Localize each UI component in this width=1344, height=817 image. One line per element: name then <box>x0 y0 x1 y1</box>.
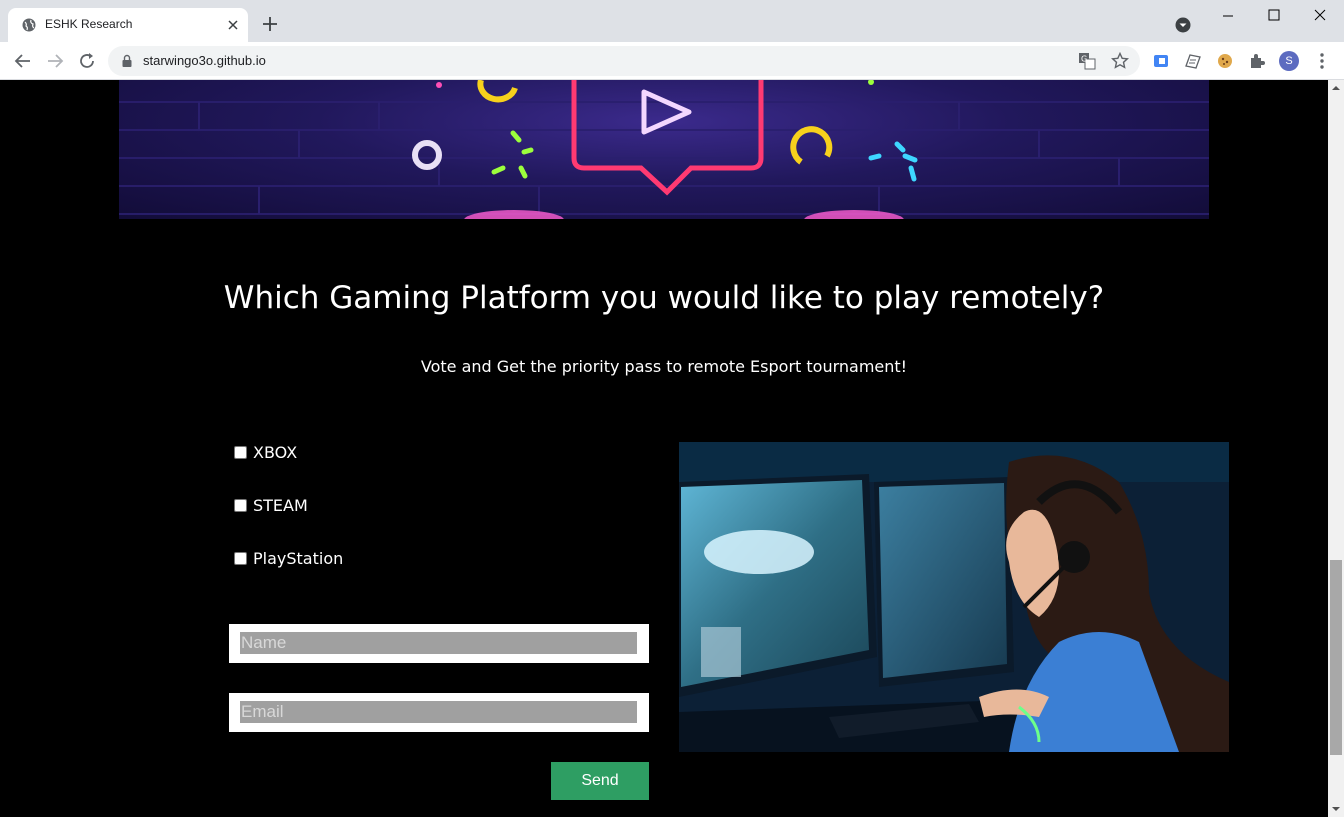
page-scrollbar[interactable] <box>1328 80 1344 817</box>
translate-icon[interactable]: G <box>1078 52 1096 70</box>
page-title: Which Gaming Platform you would like to … <box>223 280 1105 316</box>
window-close-icon[interactable] <box>1297 4 1343 28</box>
playstation-label[interactable]: PlayStation <box>253 549 343 568</box>
scroll-up-arrow-icon[interactable] <box>1332 84 1340 92</box>
reload-icon[interactable] <box>76 50 98 72</box>
playstation-checkbox[interactable] <box>234 552 247 565</box>
extension-blue-icon[interactable] <box>1151 51 1171 71</box>
window-maximize-icon[interactable] <box>1251 4 1297 28</box>
steam-label[interactable]: STEAM <box>253 496 308 515</box>
svg-text:G: G <box>1081 55 1087 64</box>
tab-title: ESHK Research <box>45 17 133 31</box>
forward-arrow-icon[interactable] <box>44 50 66 72</box>
tab-close-icon[interactable] <box>224 16 242 34</box>
cookie-icon[interactable] <box>1215 51 1235 71</box>
neon-gaming-banner-image <box>119 80 1209 219</box>
name-input[interactable] <box>240 632 637 654</box>
url-text[interactable]: starwingo3o.github.io <box>143 53 266 68</box>
browser-toolbar: starwingo3o.github.io G S <box>0 42 1344 80</box>
scrollbar-thumb[interactable] <box>1330 560 1342 755</box>
banner-artwork <box>119 80 1209 219</box>
address-bar[interactable]: starwingo3o.github.io G <box>108 46 1140 76</box>
page-subtitle: Vote and Get the priority pass to remote… <box>420 357 908 376</box>
extensions-puzzle-icon[interactable] <box>1247 51 1267 71</box>
xbox-checkbox[interactable] <box>234 446 247 459</box>
browser-titlebar: ESHK Research <box>0 0 1344 42</box>
name-field-container <box>229 624 649 663</box>
globe-icon <box>22 18 36 32</box>
window-minimize-icon[interactable] <box>1205 4 1251 28</box>
bookmark-star-icon[interactable] <box>1111 52 1129 70</box>
scroll-down-arrow-icon[interactable] <box>1332 805 1340 813</box>
xbox-label[interactable]: XBOX <box>253 443 297 462</box>
extension-notes-icon[interactable] <box>1183 51 1203 71</box>
esports-gamer-photo <box>679 442 1229 752</box>
more-menu-icon[interactable] <box>1312 51 1332 71</box>
email-input[interactable] <box>240 701 637 723</box>
email-field-container <box>229 693 649 732</box>
new-tab-plus-icon[interactable] <box>259 13 281 35</box>
gamer-photo-artwork <box>679 442 1229 752</box>
profile-avatar[interactable]: S <box>1279 51 1299 71</box>
page-content: Which Gaming Platform you would like to … <box>0 80 1328 817</box>
back-arrow-icon[interactable] <box>12 50 34 72</box>
lock-icon[interactable] <box>120 54 134 68</box>
browser-tab[interactable]: ESHK Research <box>8 8 248 42</box>
send-button[interactable]: Send <box>551 762 649 800</box>
tab-search-dropdown-icon[interactable] <box>1175 17 1191 33</box>
steam-checkbox[interactable] <box>234 499 247 512</box>
